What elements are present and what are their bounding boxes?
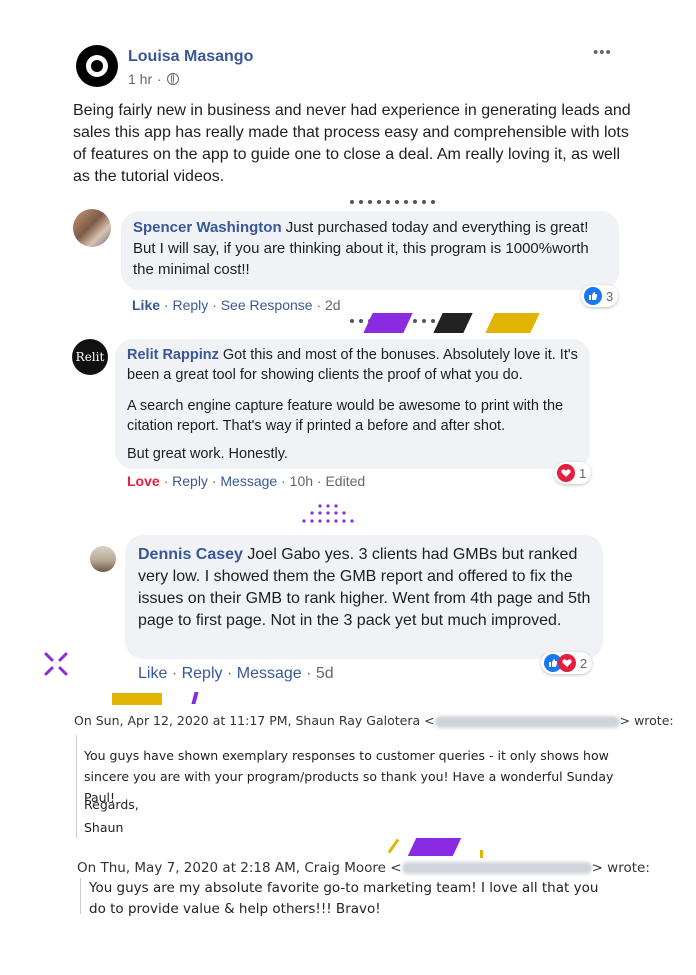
- decorative-stripe-yellow: [485, 313, 540, 333]
- decorative-stripe-purple: [363, 313, 413, 333]
- email-header: On Thu, May 7, 2020 at 2:18 AM, Craig Mo…: [77, 860, 650, 876]
- email-body: You guys are my absolute favorite go-to …: [89, 880, 599, 917]
- decorative-stripe-yellow: [112, 693, 162, 705]
- reaction-summary[interactable]: 2: [541, 652, 593, 674]
- comment-author[interactable]: Dennis Casey: [138, 546, 243, 563]
- email-regards: Regards,: [84, 797, 139, 812]
- comment-author[interactable]: Spencer Washington: [133, 219, 282, 236]
- comment-avatar[interactable]: [90, 546, 116, 572]
- decorative-burst: [44, 652, 68, 676]
- comment-paragraph: A search engine capture feature would be…: [127, 398, 564, 434]
- email-signature: Shaun: [84, 820, 124, 835]
- email-header: On Sun, Apr 12, 2020 at 11:17 PM, Shaun …: [74, 713, 674, 728]
- comment-time[interactable]: 5d: [316, 665, 334, 682]
- globe-icon: [166, 73, 179, 85]
- decorative-stripe-purple: [407, 838, 462, 856]
- like-button[interactable]: Like: [132, 297, 160, 313]
- decorative-dot-cluster: [302, 504, 354, 523]
- reaction-summary[interactable]: 3: [581, 285, 619, 307]
- post-body: Being fairly new in business and never h…: [73, 102, 631, 185]
- reply-button[interactable]: Reply: [172, 297, 208, 313]
- comment-time[interactable]: 2d: [325, 297, 341, 313]
- comment-text: Spencer Washington Just purchased today …: [133, 219, 589, 278]
- reaction-summary[interactable]: 1: [554, 462, 592, 484]
- comment-actions: Like · Reply · See Response · 2d: [132, 297, 341, 313]
- decorative-stripe-yellow: [387, 838, 400, 854]
- heart-icon: [558, 654, 576, 672]
- like-button[interactable]: Like: [138, 665, 167, 682]
- redacted-email: [434, 715, 620, 728]
- comment-avatar[interactable]: [73, 209, 111, 247]
- comment-text: Dennis Casey Joel Gabo yes. 3 clients ha…: [138, 546, 591, 629]
- comment-author[interactable]: Relit Rappinz: [127, 347, 219, 363]
- comment-actions: Love · Reply · Message · 10h · Edited: [127, 473, 366, 489]
- quote-bar: [80, 878, 81, 914]
- comment-time[interactable]: 10h: [290, 473, 313, 489]
- redacted-email: [401, 862, 592, 874]
- post-author-name[interactable]: Louisa Masango: [128, 48, 253, 66]
- heart-icon: [557, 464, 575, 482]
- comment-text: Relit Rappinz Got this and most of the b…: [127, 347, 578, 383]
- email-body: You guys have shown exemplary responses …: [84, 748, 614, 805]
- decorative-stripe-black: [433, 313, 473, 333]
- post-time[interactable]: 1 hr: [128, 71, 152, 87]
- quote-bar: [76, 735, 77, 838]
- post-author-avatar[interactable]: [76, 45, 118, 87]
- post-more-options-button[interactable]: •••: [593, 44, 612, 61]
- message-button[interactable]: Message: [237, 665, 302, 682]
- reply-button[interactable]: Reply: [172, 473, 208, 489]
- comment-actions: Like · Reply · Message · 5d: [138, 665, 334, 682]
- reply-button[interactable]: Reply: [182, 665, 223, 682]
- decorative-stripe-purple: [191, 692, 199, 704]
- comment-avatar[interactable]: Relit: [72, 339, 108, 375]
- comment-paragraph: But great work. Honestly.: [127, 446, 288, 462]
- see-response-button[interactable]: See Response: [221, 297, 313, 313]
- edited-label: Edited: [325, 473, 366, 489]
- like-icon: [584, 287, 602, 305]
- decorative-dots: [350, 200, 435, 204]
- decorative-stripe-yellow: [480, 850, 483, 858]
- love-button[interactable]: Love: [127, 473, 160, 489]
- message-button[interactable]: Message: [220, 473, 277, 489]
